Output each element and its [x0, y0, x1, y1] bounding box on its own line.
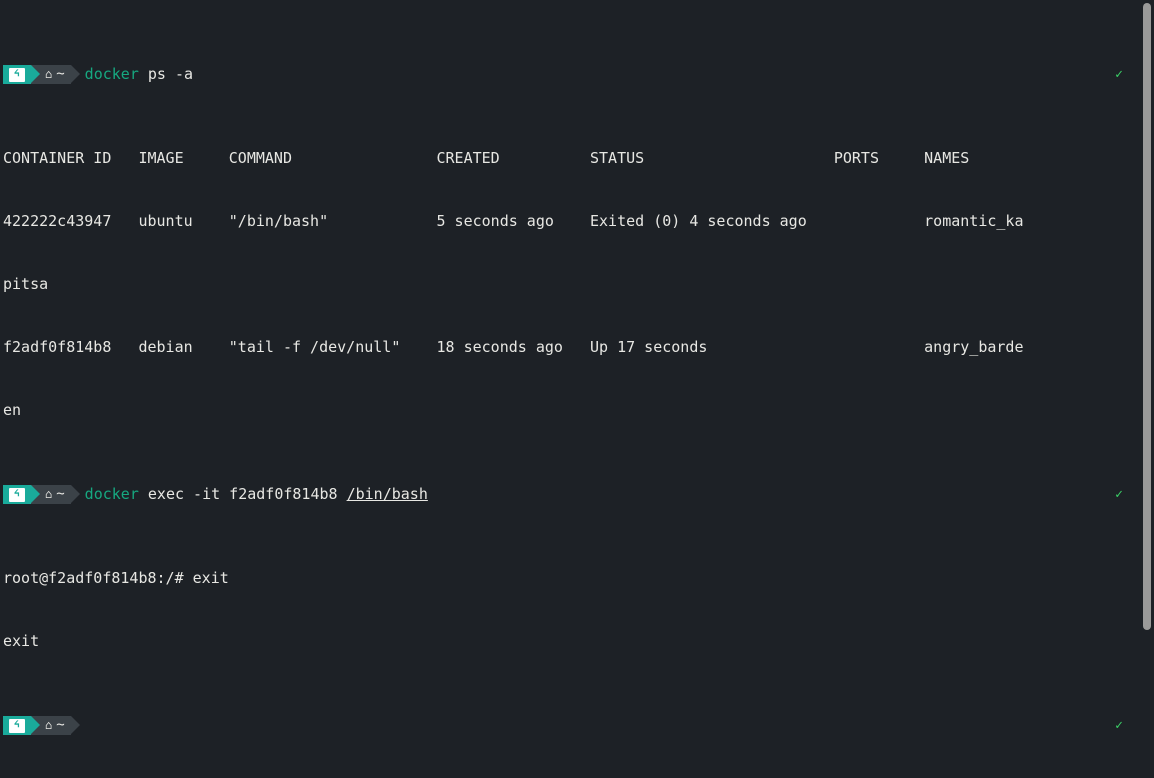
command-args: exec -it f2adf0f814b8	[139, 485, 347, 503]
prompt-line-3: ᔦ ⌂~ ✓	[3, 715, 1151, 736]
command-arg-path: /bin/bash	[347, 485, 428, 503]
table-row-wrap: en	[3, 400, 1151, 421]
status-ok-icon: ✓	[1115, 715, 1123, 736]
home-icon: ⌂	[45, 484, 52, 505]
prompt-line-2: ᔦ ⌂~ docker exec -it f2adf0f814b8 /bin/b…	[3, 484, 1151, 505]
prompt-os-segment: ᔦ	[3, 65, 31, 84]
prompt-os-segment: ᔦ	[3, 485, 31, 504]
prompt-cwd: ~	[56, 484, 64, 505]
command-text: docker ps -a	[85, 64, 193, 85]
table-header: CONTAINER ID IMAGE COMMAND CREATED STATU…	[3, 148, 1151, 169]
home-icon: ⌂	[45, 64, 52, 85]
table-row: 422222c43947 ubuntu "/bin/bash" 5 second…	[3, 211, 1151, 232]
command-args: ps -a	[139, 65, 193, 83]
prompt-cwd: ~	[56, 715, 64, 736]
prompt-line-1: ᔦ ⌂~ docker ps -a ✓	[3, 64, 1151, 85]
command-keyword: docker	[85, 485, 139, 503]
manjaro-logo-icon: ᔦ	[9, 68, 25, 82]
prompt-cwd: ~	[56, 64, 64, 85]
session-line: root@f2adf0f814b8:/# exit	[3, 568, 1151, 589]
terminal-output[interactable]: ᔦ ⌂~ docker ps -a ✓ CONTAINER ID IMAGE C…	[3, 1, 1151, 778]
command-text: docker exec -it f2adf0f814b8 /bin/bash	[85, 484, 428, 505]
table-row: f2adf0f814b8 debian "tail -f /dev/null" …	[3, 337, 1151, 358]
status-ok-icon: ✓	[1115, 64, 1123, 85]
manjaro-logo-icon: ᔦ	[9, 488, 25, 502]
command-keyword: docker	[85, 65, 139, 83]
prompt-os-segment: ᔦ	[3, 716, 31, 735]
home-icon: ⌂	[45, 715, 52, 736]
table-row-wrap: pitsa	[3, 274, 1151, 295]
manjaro-logo-icon: ᔦ	[9, 719, 25, 733]
status-ok-icon: ✓	[1115, 484, 1123, 505]
session-line: exit	[3, 631, 1151, 652]
scrollbar[interactable]	[1143, 3, 1151, 630]
